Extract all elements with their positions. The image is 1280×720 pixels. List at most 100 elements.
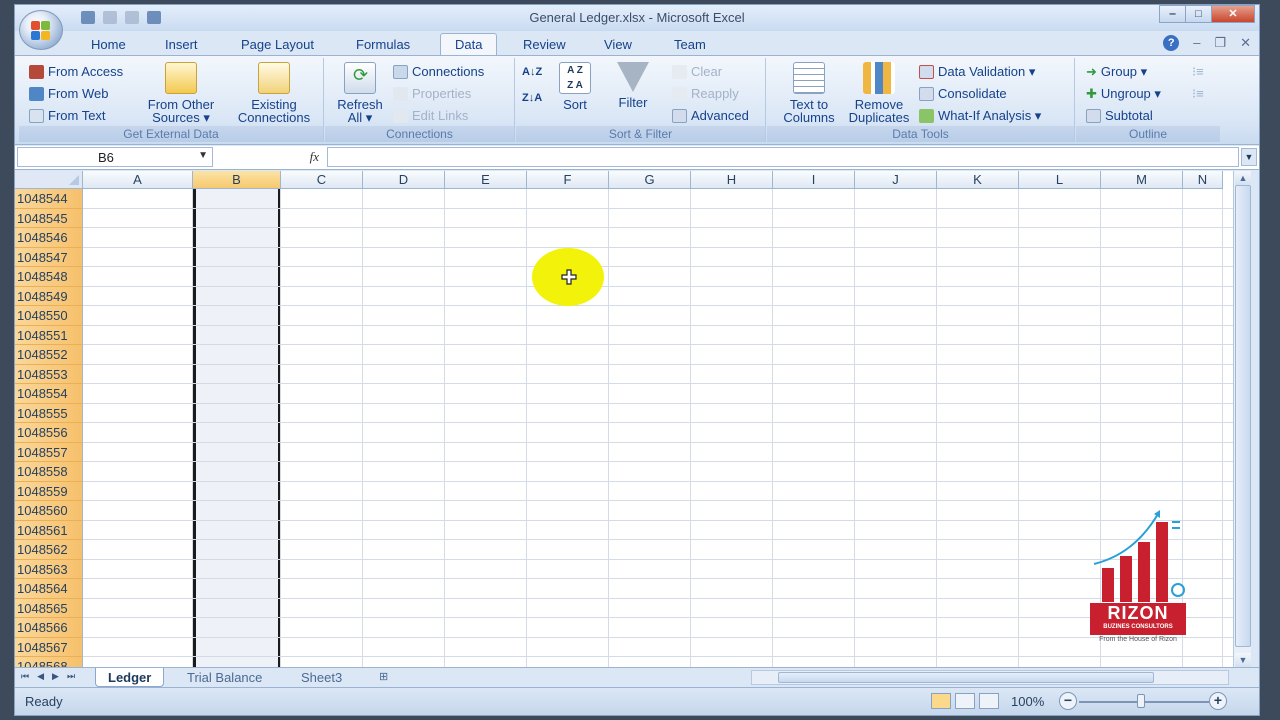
scroll-up-icon[interactable]: ▲: [1235, 171, 1251, 185]
subtotal-button[interactable]: Subtotal: [1086, 108, 1153, 123]
from-text-button[interactable]: From Text: [29, 108, 106, 123]
clear-filter-button[interactable]: Clear: [672, 64, 722, 79]
expand-formula-bar-icon[interactable]: ▼: [1241, 148, 1257, 166]
row-header[interactable]: 1048555: [15, 403, 83, 423]
office-button[interactable]: [19, 10, 63, 50]
minimize-button[interactable]: ‒: [1159, 5, 1186, 23]
reapply-button[interactable]: Reapply: [672, 86, 739, 101]
filter-button[interactable]: Filter: [610, 62, 656, 109]
row-header[interactable]: 1048567: [15, 637, 83, 657]
vertical-scrollbar[interactable]: ▲ ▼: [1233, 171, 1251, 667]
row-header[interactable]: 1048553: [15, 364, 83, 384]
sheet-tab-ledger[interactable]: Ledger: [95, 668, 165, 687]
horizontal-scrollbar[interactable]: [751, 670, 1229, 685]
column-header-e[interactable]: E: [445, 171, 527, 189]
first-sheet-icon[interactable]: ⏮: [21, 671, 29, 682]
consolidate-button[interactable]: Consolidate: [919, 86, 1007, 101]
row-header[interactable]: 1048559: [15, 481, 83, 501]
tab-home[interactable]: Home: [91, 37, 126, 52]
column-header-b[interactable]: B: [193, 171, 281, 189]
from-other-sources-button[interactable]: From Other Sources ▾: [139, 62, 223, 124]
row-header[interactable]: 1048551: [15, 325, 83, 345]
zoom-out-icon[interactable]: −: [1059, 692, 1077, 710]
ribbon-restore-icon[interactable]: ❐: [1214, 35, 1226, 51]
zoom-in-icon[interactable]: +: [1209, 692, 1227, 710]
tab-page-layout[interactable]: Page Layout: [241, 37, 314, 52]
edit-links-button[interactable]: Edit Links: [393, 108, 468, 123]
column-header-c[interactable]: C: [281, 171, 363, 189]
prev-sheet-icon[interactable]: ◀: [37, 671, 44, 682]
maximize-button[interactable]: □: [1185, 5, 1212, 23]
formula-input[interactable]: [327, 147, 1239, 167]
column-header-l[interactable]: L: [1019, 171, 1101, 189]
column-header-m[interactable]: M: [1101, 171, 1183, 189]
tab-view[interactable]: View: [604, 37, 632, 52]
scroll-down-icon[interactable]: ▼: [1235, 653, 1251, 667]
text-to-columns-button[interactable]: Text to Columns: [779, 62, 839, 124]
horizontal-scroll-thumb[interactable]: [778, 672, 1154, 683]
last-sheet-icon[interactable]: ⏭: [67, 671, 75, 682]
zoom-level[interactable]: 100%: [1011, 694, 1044, 709]
column-header-a[interactable]: A: [83, 171, 193, 189]
tab-team[interactable]: Team: [674, 37, 706, 52]
row-header[interactable]: 1048550: [15, 306, 83, 326]
select-all-corner[interactable]: [15, 171, 83, 189]
column-header-n[interactable]: N: [1183, 171, 1223, 189]
row-header[interactable]: 1048565: [15, 598, 83, 618]
from-web-button[interactable]: From Web: [29, 86, 108, 101]
column-header-k[interactable]: K: [937, 171, 1019, 189]
group-button[interactable]: ➜ Group ▾: [1086, 64, 1147, 80]
name-box[interactable]: B6 ▼: [17, 147, 213, 167]
page-break-view-icon[interactable]: [979, 693, 999, 709]
column-header-i[interactable]: I: [773, 171, 855, 189]
insert-sheet-icon[interactable]: ⊞: [367, 668, 400, 687]
row-header[interactable]: 1048561: [15, 520, 83, 540]
vertical-scroll-thumb[interactable]: [1235, 185, 1251, 647]
row-header[interactable]: 1048560: [15, 501, 83, 521]
column-header-g[interactable]: G: [609, 171, 691, 189]
tab-data[interactable]: Data: [440, 33, 498, 57]
row-header[interactable]: 1048564: [15, 579, 83, 599]
tab-review[interactable]: Review: [523, 37, 566, 52]
row-header[interactable]: 1048566: [15, 618, 83, 638]
insert-function-icon[interactable]: fx: [310, 149, 319, 165]
sheet-tab-sheet3[interactable]: Sheet3: [289, 668, 354, 687]
row-header[interactable]: 1048552: [15, 345, 83, 365]
what-if-analysis-button[interactable]: What-If Analysis ▾: [919, 108, 1041, 124]
ribbon-close-icon[interactable]: ✕: [1240, 35, 1251, 51]
hide-detail-icon[interactable]: ⁝≡: [1192, 86, 1204, 102]
row-header[interactable]: 1048546: [15, 228, 83, 248]
refresh-all-button[interactable]: ⟳ Refresh All ▾: [331, 62, 389, 124]
data-validation-button[interactable]: Data Validation ▾: [919, 64, 1035, 80]
column-header-h[interactable]: H: [691, 171, 773, 189]
existing-connections-button[interactable]: Existing Connections: [229, 62, 319, 124]
row-header[interactable]: 1048557: [15, 442, 83, 462]
row-header[interactable]: 1048545: [15, 208, 83, 228]
row-header[interactable]: 1048549: [15, 286, 83, 306]
name-box-dropdown-icon[interactable]: ▼: [198, 150, 208, 161]
tab-insert[interactable]: Insert: [165, 37, 198, 52]
normal-view-icon[interactable]: [931, 693, 951, 709]
row-header[interactable]: 1048568: [15, 657, 83, 667]
sort-button[interactable]: A ZZ A Sort: [552, 62, 598, 111]
column-header-d[interactable]: D: [363, 171, 445, 189]
ungroup-button[interactable]: ✚ Ungroup ▾: [1086, 86, 1161, 102]
worksheet-grid[interactable]: A B C D E F G H I J K L M N 1048544 1048545 1048546 10485…: [15, 171, 1233, 667]
row-header[interactable]: 1048554: [15, 384, 83, 404]
row-header[interactable]: 1048548: [15, 267, 83, 287]
row-header[interactable]: 1048558: [15, 462, 83, 482]
sheet-tab-trial-balance[interactable]: Trial Balance: [175, 668, 274, 687]
zoom-slider-thumb[interactable]: [1137, 694, 1145, 708]
properties-button[interactable]: Properties: [393, 86, 471, 101]
row-header[interactable]: 1048563: [15, 559, 83, 579]
row-header[interactable]: 1048547: [15, 247, 83, 267]
row-header[interactable]: 1048556: [15, 423, 83, 443]
sort-ascending-button[interactable]: A↓Z: [522, 66, 542, 78]
ribbon-minimize-icon[interactable]: ‒: [1193, 35, 1200, 51]
row-header[interactable]: 1048544: [15, 189, 83, 209]
from-access-button[interactable]: From Access: [29, 64, 123, 79]
help-icon[interactable]: ?: [1163, 35, 1180, 51]
next-sheet-icon[interactable]: ▶: [52, 671, 59, 682]
column-header-f[interactable]: F: [527, 171, 609, 189]
advanced-filter-button[interactable]: Advanced: [672, 108, 749, 123]
